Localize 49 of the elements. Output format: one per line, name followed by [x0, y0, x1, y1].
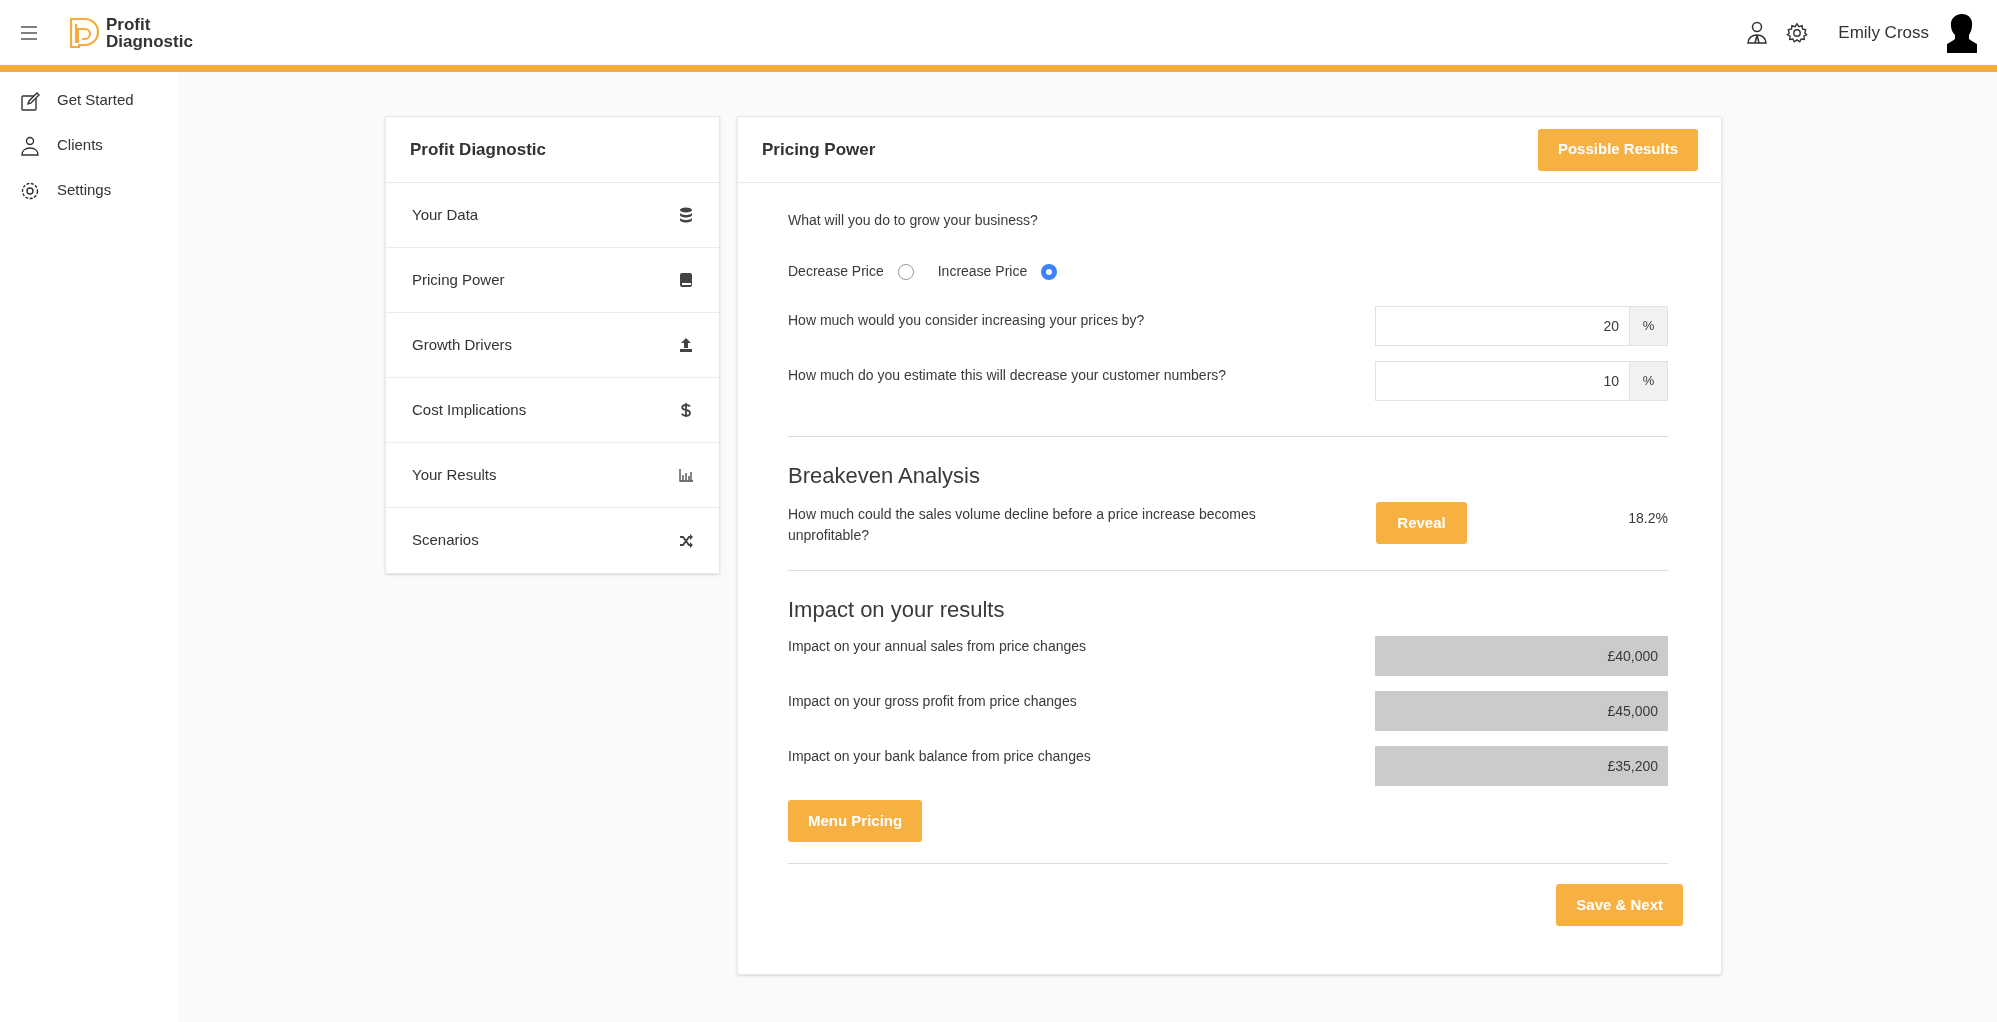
- step-item[interactable]: Growth Drivers: [412, 333, 512, 357]
- unit-label: %: [1630, 361, 1668, 401]
- question-text: How much could the sales volume decline before a price increase becomes unprofitable?: [788, 505, 1257, 545]
- result-value-field: £35,200: [1375, 746, 1668, 786]
- user-name[interactable]: Emily Cross: [1838, 19, 1929, 46]
- edit-icon[interactable]: [20, 90, 40, 111]
- breakeven-result: 18.2%: [1628, 509, 1668, 528]
- result-label: Impact on your gross profit from price changes: [788, 692, 1078, 711]
- number-input[interactable]: 10: [1375, 361, 1630, 401]
- step-item[interactable]: Your Data: [412, 203, 479, 227]
- radio-button[interactable]: [897, 263, 914, 280]
- result-label: Impact on your bank balance from price changes: [788, 747, 1092, 766]
- result-label: Impact on your annual sales from price changes: [788, 637, 1088, 656]
- upload-icon: [679, 337, 693, 353]
- database-icon: [679, 207, 693, 223]
- field-label: How much do you estimate this will decrease your customer numbers?: [788, 366, 1228, 385]
- bar-chart-icon: [679, 467, 693, 483]
- option-label: Increase Price: [937, 262, 1028, 281]
- unit-label: %: [1630, 306, 1668, 346]
- brand-name: Diagnostic: [106, 32, 193, 50]
- section-heading: Impact on your results: [788, 596, 1006, 624]
- section-heading: Breakeven Analysis: [788, 462, 981, 490]
- option-label: Decrease Price: [788, 262, 884, 281]
- logo-icon: [68, 16, 100, 49]
- number-input[interactable]: 20: [1375, 306, 1630, 346]
- user-icon[interactable]: [20, 135, 40, 156]
- settings-icon[interactable]: [20, 180, 40, 201]
- sidebar-item[interactable]: Clients: [57, 134, 103, 157]
- question-text: What will you do to grow your business?: [788, 211, 1039, 230]
- avatar-silhouette[interactable]: [1947, 12, 1977, 53]
- sidebar-item[interactable]: Get Started: [57, 89, 134, 112]
- result-value-field: £45,000: [1375, 691, 1668, 731]
- step-item[interactable]: Scenarios: [412, 529, 479, 552]
- field-label: How much would you consider increasing your prices by?: [788, 311, 1146, 330]
- shuffle-icon: [679, 532, 693, 549]
- settings-icon[interactable]: [1786, 21, 1809, 44]
- result-value-field: £40,000: [1375, 636, 1668, 676]
- user-icon[interactable]: [1746, 20, 1769, 45]
- panel-title: Profit Diagnostic: [410, 138, 546, 161]
- dollar-icon: [679, 402, 693, 418]
- radio-button[interactable]: [1041, 263, 1058, 280]
- step-item[interactable]: Your Results: [412, 463, 497, 487]
- book-icon: [679, 272, 693, 288]
- step-item[interactable]: Pricing Power: [412, 268, 505, 292]
- brand-name: Profit: [106, 15, 152, 33]
- sidebar-item[interactable]: Settings: [57, 179, 112, 202]
- step-item[interactable]: Cost Implications: [412, 398, 527, 422]
- card-title: Pricing Power: [762, 138, 876, 161]
- menu-icon[interactable]: [20, 25, 38, 40]
